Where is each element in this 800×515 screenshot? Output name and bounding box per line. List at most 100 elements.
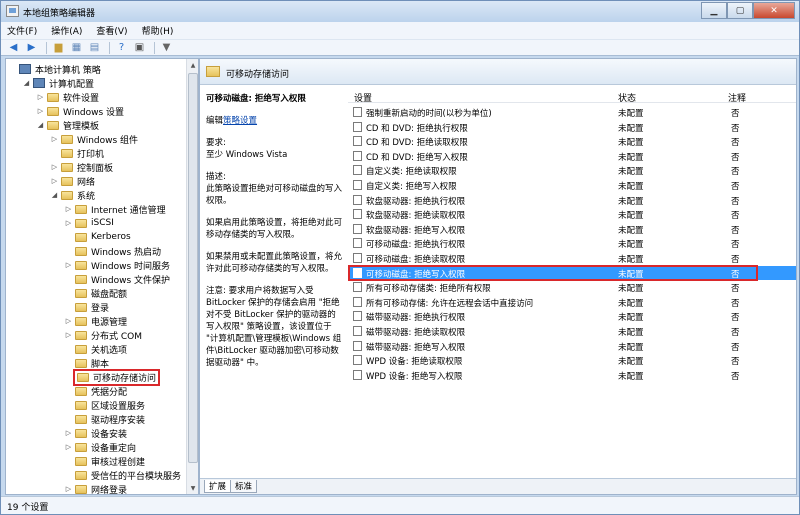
tree-item[interactable]: ▷ 设备重定向: [64, 440, 136, 454]
scroll-thumb[interactable]: [188, 73, 198, 463]
tree-item[interactable]: ▷ Internet 通信管理: [64, 202, 166, 216]
filter-icon[interactable]: ▼: [159, 41, 174, 54]
export-list-icon[interactable]: ▤: [87, 41, 102, 54]
menu-file[interactable]: 文件(F): [7, 24, 37, 37]
tree-item[interactable]: 登录: [64, 300, 109, 314]
tree-item[interactable]: 磁盘配额: [64, 286, 127, 300]
tree-item[interactable]: 本地计算机 策略: [8, 62, 101, 76]
help-icon[interactable]: ?: [114, 41, 129, 54]
tree-item[interactable]: ◢ 管理模板: [36, 118, 99, 132]
expand-arrow-icon[interactable]: ▷: [64, 443, 73, 451]
tab-standard[interactable]: 标准: [230, 480, 258, 493]
scroll-down-icon[interactable]: ▼: [187, 482, 198, 494]
folder-icon: [75, 232, 87, 242]
scroll-up-icon[interactable]: ▲: [187, 59, 198, 71]
tab-extended[interactable]: 扩展: [204, 480, 232, 493]
folder-icon: [75, 428, 87, 438]
setting-row[interactable]: CD 和 DVD: 拒绝写入权限 未配置 否: [348, 149, 796, 163]
tree-item[interactable]: ◢ 系统: [50, 188, 95, 202]
tree-item[interactable]: ▷ Windows 设置: [36, 104, 124, 118]
expand-arrow-icon[interactable]: ▷: [36, 107, 45, 115]
setting-row[interactable]: 软盘驱动器: 拒绝执行权限 未配置 否: [348, 193, 796, 207]
forward-arrow-icon[interactable]: ▶: [24, 41, 39, 54]
setting-row[interactable]: WPD 设备: 拒绝读取权限 未配置 否: [348, 353, 796, 367]
setting-state: 未配置: [618, 255, 644, 265]
setting-row[interactable]: 所有可移动存储类: 拒绝所有权限 未配置 否: [348, 280, 796, 294]
setting-row[interactable]: 磁带驱动器: 拒绝执行权限 未配置 否: [348, 309, 796, 323]
expand-arrow-icon[interactable]: ▷: [50, 163, 59, 171]
setting-row[interactable]: 磁带驱动器: 拒绝读取权限 未配置 否: [348, 324, 796, 338]
tree-item[interactable]: ▷ 网络登录: [64, 482, 127, 494]
expand-arrow-icon[interactable]: ▷: [64, 205, 73, 213]
tree-item[interactable]: 区域设置服务: [64, 398, 145, 412]
setting-row[interactable]: CD 和 DVD: 拒绝读取权限 未配置 否: [348, 134, 796, 148]
expand-arrow-icon[interactable]: ▷: [50, 135, 59, 143]
requirements-value: 至少 Windows Vista: [206, 150, 288, 160]
tree-item[interactable]: ▷ Windows 时间服务: [64, 258, 170, 272]
menu-action[interactable]: 操作(A): [51, 24, 82, 37]
tree-item[interactable]: 驱动程序安装: [64, 412, 145, 426]
folder-icon: [75, 484, 87, 494]
expand-arrow-icon[interactable]: ▷: [36, 93, 45, 101]
tree-item[interactable]: ▷ 分布式 COM: [64, 328, 142, 342]
tree-item[interactable]: ▷ 网络: [50, 174, 95, 188]
collapse-arrow-icon[interactable]: ◢: [50, 191, 59, 199]
folder-icon: [75, 456, 87, 466]
show-tree-icon[interactable]: ▦: [69, 41, 84, 54]
tree-item[interactable]: ▷ 设备安装: [64, 426, 127, 440]
tree-item[interactable]: 审核过程创建: [64, 454, 145, 468]
menu-help[interactable]: 帮助(H): [142, 24, 174, 37]
tree-item[interactable]: ▷ 控制面板: [50, 160, 113, 174]
column-state[interactable]: 状态: [618, 91, 636, 104]
tree-item[interactable]: ▷ 电源管理: [64, 314, 127, 328]
collapse-arrow-icon[interactable]: ◢: [36, 121, 45, 129]
tree-item[interactable]: 关机选项: [64, 342, 127, 356]
maximize-button[interactable]: ▢: [727, 2, 753, 19]
folder-icon: [75, 288, 87, 298]
expand-arrow-icon[interactable]: ▷: [64, 219, 73, 227]
expand-arrow-icon[interactable]: ▷: [64, 485, 73, 493]
tree-item[interactable]: 凭据分配: [64, 384, 127, 398]
expand-arrow-icon[interactable]: ▷: [64, 331, 73, 339]
up-folder-icon[interactable]: ▆: [51, 41, 66, 54]
setting-row[interactable]: 软盘驱动器: 拒绝读取权限 未配置 否: [348, 207, 796, 221]
tree-item[interactable]: 受信任的平台模块服务: [64, 468, 181, 482]
setting-row[interactable]: 磁带驱动器: 拒绝写入权限 未配置 否: [348, 339, 796, 353]
tree-scrollbar[interactable]: ▲ ▼: [186, 59, 198, 494]
tree-item[interactable]: ◢ 计算机配置: [22, 76, 94, 90]
setting-state: 未配置: [618, 225, 644, 236]
setting-note: 否: [731, 109, 740, 119]
menu-view[interactable]: 查看(V): [96, 24, 127, 37]
column-note[interactable]: 注释: [728, 91, 746, 104]
column-setting[interactable]: 设置: [354, 91, 372, 104]
properties-icon[interactable]: ▣: [132, 41, 147, 54]
setting-state: 未配置: [618, 240, 644, 251]
edit-policy-link[interactable]: 策略设置: [223, 116, 257, 126]
back-arrow-icon[interactable]: ◀: [6, 41, 21, 54]
tree-item[interactable]: Kerberos: [64, 230, 131, 244]
setting-row[interactable]: 自定义类: 拒绝写入权限 未配置 否: [348, 178, 796, 192]
collapse-arrow-icon[interactable]: ◢: [22, 79, 31, 87]
tree-item[interactable]: ▷ Windows 组件: [50, 132, 138, 146]
setting-row[interactable]: 软盘驱动器: 拒绝写入权限 未配置 否: [348, 222, 796, 236]
setting-row[interactable]: CD 和 DVD: 拒绝执行权限 未配置 否: [348, 120, 796, 134]
expand-arrow-icon[interactable]: ▷: [64, 429, 73, 437]
setting-row[interactable]: WPD 设备: 拒绝写入权限 未配置 否: [348, 368, 796, 382]
setting-note: 否: [731, 152, 740, 163]
expand-arrow-icon[interactable]: ▷: [64, 261, 73, 269]
setting-row[interactable]: 可移动磁盘: 拒绝读取权限 未配置 否: [348, 251, 796, 265]
setting-row[interactable]: 所有可移动存储: 允许在远程会话中直接访问 未配置 否: [348, 295, 796, 309]
tree-item[interactable]: ▷ iSCSI: [64, 216, 114, 230]
tree-item[interactable]: 可移动存储访问: [64, 368, 161, 386]
setting-row[interactable]: 可移动磁盘: 拒绝执行权限 未配置 否: [348, 236, 796, 250]
tree-item[interactable]: Windows 文件保护: [64, 272, 170, 286]
setting-row[interactable]: 自定义类: 拒绝读取权限 未配置 否: [348, 163, 796, 177]
close-button[interactable]: ✕: [753, 2, 795, 19]
tree-item[interactable]: 打印机: [50, 146, 104, 160]
expand-arrow-icon[interactable]: ▷: [64, 317, 73, 325]
tree-item[interactable]: Windows 热启动: [64, 244, 161, 258]
minimize-button[interactable]: ▁: [701, 2, 727, 19]
expand-arrow-icon[interactable]: ▷: [50, 177, 59, 185]
tree-item[interactable]: ▷ 软件设置: [36, 90, 99, 104]
setting-row[interactable]: 强制重新启动的时间(以秒为单位) 未配置 否: [348, 105, 796, 119]
